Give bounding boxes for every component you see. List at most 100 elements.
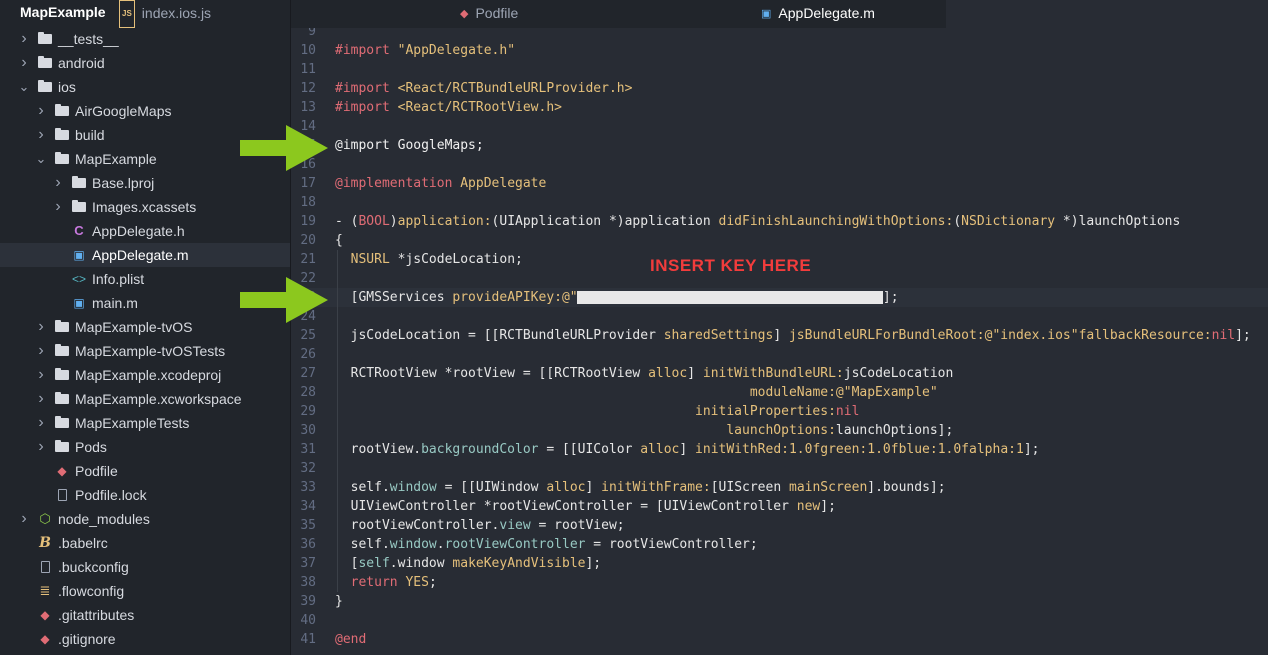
tab-index-ios-js[interactable]: JS index.ios.js <box>119 0 617 29</box>
code-line[interactable]: 9 <box>291 28 1268 41</box>
tree-item[interactable]: › android <box>0 51 290 75</box>
code-line[interactable]: 37 [self.window makeKeyAndVisible]; <box>291 554 1268 573</box>
tree-item[interactable]: Podfile.lock <box>0 483 290 507</box>
tree-item[interactable]: ◆ .gitignore <box>0 627 290 651</box>
code-line[interactable]: 19 - (BOOL)application:(UIApplication *)a… <box>291 212 1268 231</box>
code-line[interactable]: 41 @end <box>291 630 1268 649</box>
code-token: ] <box>687 366 703 381</box>
code-line[interactable]: 12 #import <React/RCTBundleURLProvider.h> <box>291 79 1268 98</box>
code-line[interactable]: 35 rootViewController.view = rootView; <box>291 516 1268 535</box>
code-line[interactable]: 34 UIViewController *rootViewController … <box>291 497 1268 516</box>
indent-guide <box>337 307 338 326</box>
code-line[interactable]: 31 rootView.backgroundColor = [[UIColor … <box>291 440 1268 459</box>
code-text: RCTRootView *rootView = [[RCTRootView al… <box>335 364 954 383</box>
tab-label: Podfile <box>475 5 519 21</box>
tree-item[interactable]: › MapExample.xcworkspace <box>0 387 290 411</box>
tree-item[interactable]: .buckconfig <box>0 555 290 579</box>
tree-item[interactable]: C AppDelegate.h <box>0 219 290 243</box>
tree-item-label: Images.xcassets <box>92 199 197 215</box>
code-line[interactable]: 33 self.window = [[UIWindow alloc] initW… <box>291 478 1268 497</box>
code-line[interactable]: 18 <box>291 193 1268 212</box>
chevron-right-icon[interactable]: › <box>18 51 30 75</box>
code-line[interactable]: 25 jsCodeLocation = [[RCTBundleURLProvid… <box>291 326 1268 345</box>
tree-item-label: .gitignore <box>58 631 116 647</box>
chevron-right-icon[interactable]: › <box>35 339 47 363</box>
code-line[interactable]: 38 return YES; <box>291 573 1268 592</box>
tree-item[interactable]: B .babelrc <box>0 531 290 555</box>
code-line[interactable]: 11 <box>291 60 1268 79</box>
code-token: { <box>335 233 343 248</box>
code-line[interactable]: 27 RCTRootView *rootView = [[RCTRootView… <box>291 364 1268 383</box>
code-line[interactable]: 32 <box>291 459 1268 478</box>
chevron-down-icon[interactable]: ⌄ <box>18 75 30 99</box>
line-number: 32 <box>300 461 316 476</box>
code-line[interactable]: 26 <box>291 345 1268 364</box>
tree-item[interactable]: › MapExampleTests <box>0 411 290 435</box>
code-text: - (BOOL)application:(UIApplication *)app… <box>335 212 1180 231</box>
chevron-right-icon[interactable]: › <box>35 315 47 339</box>
code-line[interactable]: 24 <box>291 307 1268 326</box>
chevron-right-icon[interactable]: › <box>52 195 64 219</box>
chevron-right-icon[interactable]: › <box>35 99 47 123</box>
tree-item[interactable]: › MapExample.xcodeproj <box>0 363 290 387</box>
code-token: self. <box>335 480 390 495</box>
chevron-right-icon[interactable]: › <box>18 27 30 51</box>
code-line[interactable]: 36 self.window.rootViewController = root… <box>291 535 1268 554</box>
code-text: #import <React/RCTBundleURLProvider.h> <box>335 79 632 98</box>
tree-item[interactable]: › Base.lproj <box>0 171 290 195</box>
tree-item-label: AppDelegate.h <box>92 223 185 239</box>
tree-item[interactable]: ▣ AppDelegate.m <box>0 243 290 267</box>
tree-item[interactable]: › MapExample-tvOSTests <box>0 339 290 363</box>
chevron-right-icon[interactable]: › <box>35 363 47 387</box>
code-line[interactable]: 40 <box>291 611 1268 630</box>
project-title[interactable]: MapExample <box>20 4 106 20</box>
tree-item[interactable]: › ⬡ node_modules <box>0 507 290 531</box>
chevron-right-icon[interactable]: › <box>52 171 64 195</box>
folder-icon <box>55 387 69 411</box>
tree-item[interactable]: › Pods <box>0 435 290 459</box>
code-line[interactable]: 14 <box>291 117 1268 136</box>
chevron-right-icon[interactable]: › <box>35 123 47 147</box>
tree-item[interactable]: ◆ .gitattributes <box>0 603 290 627</box>
code-line[interactable]: 15@import GoogleMaps; <box>291 136 1268 155</box>
code-line[interactable]: 17 @implementation AppDelegate <box>291 174 1268 193</box>
code-token: blue: <box>898 442 938 457</box>
tree-item[interactable]: ◆ Podfile <box>0 459 290 483</box>
chevron-down-icon[interactable]: ⌄ <box>35 147 47 171</box>
code-line[interactable]: 20 { <box>291 231 1268 250</box>
tree-item-label: MapExample.xcodeproj <box>75 367 222 383</box>
code-token: view <box>499 518 531 533</box>
folder-icon <box>72 195 86 219</box>
code-token: rootViewController. <box>335 518 500 533</box>
code-text: self.window.rootViewController = rootVie… <box>335 535 758 554</box>
code-editor[interactable]: 9 10 #import "AppDelegate.h" 11 12 #import <R… <box>291 28 1268 655</box>
code-text: jsCodeLocation = [[RCTBundleURLProvider … <box>335 326 1251 345</box>
code-line[interactable]: 39} <box>291 592 1268 611</box>
line-number: 41 <box>300 632 316 647</box>
code-line[interactable]: 30 launchOptions:launchOptions]; <box>291 421 1268 440</box>
tree-item[interactable]: ≣ .flowconfig <box>0 579 290 603</box>
tree-item[interactable]: › AirGoogleMaps <box>0 99 290 123</box>
tab-appdelegate-m[interactable]: ▣ AppDelegate.m <box>761 0 1268 30</box>
code-line[interactable]: 28 moduleName:@"MapExample" <box>291 383 1268 402</box>
code-line[interactable]: 13 #import <React/RCTRootView.h> <box>291 98 1268 117</box>
tree-item[interactable]: ⌄ ios <box>0 75 290 99</box>
tree-item-label: .flowconfig <box>58 583 125 599</box>
chevron-right-icon[interactable]: › <box>35 435 47 459</box>
code-text: #import "AppDelegate.h" <box>335 41 515 60</box>
chevron-right-icon[interactable]: › <box>35 411 47 435</box>
tree-item-label: MapExample <box>75 151 157 167</box>
tree-item[interactable]: › Images.xcassets <box>0 195 290 219</box>
code-line[interactable]: 10 #import "AppDelegate.h" <box>291 41 1268 60</box>
js-file-icon: JS <box>119 0 135 29</box>
chevron-right-icon[interactable]: › <box>35 387 47 411</box>
code-token: = [[UIWindow <box>436 480 547 495</box>
code-token: @"MapExample" <box>835 385 938 400</box>
chevron-right-icon[interactable]: › <box>18 507 30 531</box>
code-line[interactable]: 16 <box>291 155 1268 174</box>
tree-item[interactable]: › __tests__ <box>0 27 290 51</box>
tree-item-label: ios <box>58 79 76 95</box>
code-token: [GMSServices <box>335 290 453 305</box>
code-line[interactable]: 29 initialProperties:nil <box>291 402 1268 421</box>
